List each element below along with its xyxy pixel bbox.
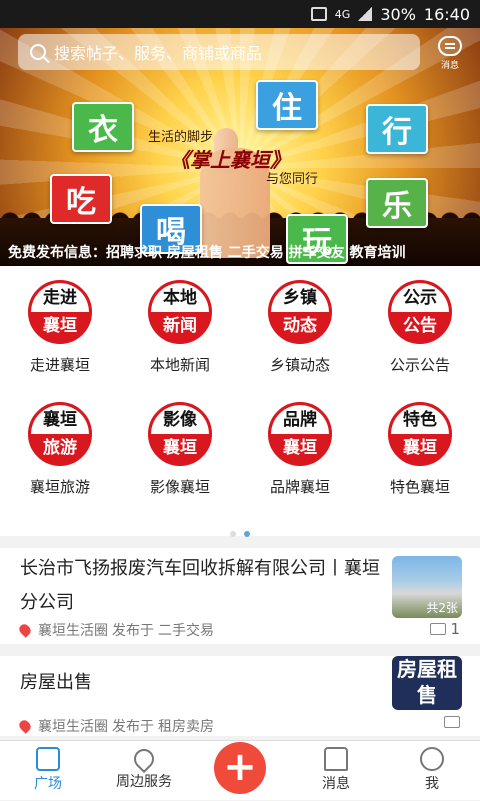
images-badge-icon: 影像 襄垣: [148, 402, 212, 466]
tab-plaza-label: 广场: [34, 776, 62, 792]
page-dot-active: [244, 531, 250, 537]
feed-item-published: 发布于: [112, 719, 154, 735]
grid-label: 品牌襄垣: [269, 478, 330, 496]
badge-top-text: 襄垣: [31, 405, 89, 434]
category-grid: 走进 襄垣 走进襄垣 本地 新闻 本地新闻 乡镇 动态 乡镇动态 公示 公告 公…: [0, 266, 480, 537]
location-pin-icon: [17, 718, 33, 734]
tab-messages-label: 消息: [322, 776, 350, 792]
zoujin-badge-icon: 走进 襄垣: [28, 280, 92, 344]
battery-level: 30%: [380, 4, 416, 24]
network-type: 4G: [334, 7, 351, 21]
location-pin-icon: [17, 622, 33, 638]
badge-bottom-text: 襄垣: [283, 438, 317, 458]
grid-label: 本地新闻: [149, 356, 210, 374]
feed-item-source: 襄垣生活圈: [38, 719, 108, 735]
badge-bottom-text: 旅游: [43, 438, 77, 458]
grid-item-zoujin[interactable]: 走进 襄垣 走进襄垣: [0, 280, 120, 375]
grid-item-tourism[interactable]: 襄垣 旅游 襄垣旅游: [0, 402, 120, 497]
search-icon: [30, 44, 46, 60]
feed-item[interactable]: 长治市飞扬报废汽车回收拆解有限公司丨襄垣分公司 共2张 襄垣生活圈 发布于 二手…: [0, 548, 480, 644]
user-icon: [420, 747, 444, 771]
badge-bottom-text: 动态: [283, 316, 317, 336]
thumbnail-count: 共2张: [426, 601, 458, 615]
message-button[interactable]: 消息: [432, 34, 468, 74]
feed-item-meta: 襄垣生活圈 发布于 二手交易: [17, 620, 214, 640]
feed-item-category: 二手交易: [158, 623, 214, 639]
comment-count[interactable]: [444, 716, 460, 728]
grid-label: 襄垣旅游: [29, 478, 90, 496]
tile-clothes: 衣: [72, 102, 134, 152]
tab-nearby-label: 周边服务: [116, 774, 172, 790]
home-heart-icon: [324, 747, 348, 771]
feed-item-meta: 襄垣生活圈 发布于 租房卖房: [17, 716, 214, 736]
comment-count-value: 1: [450, 620, 460, 638]
feed-item-category: 租房卖房: [158, 719, 214, 735]
chat-bubble-icon: [438, 36, 462, 56]
badge-top-text: 特色: [391, 405, 449, 434]
tab-me[interactable]: 我: [384, 741, 480, 801]
signal-icon: [358, 7, 373, 21]
grid-item-township[interactable]: 乡镇 动态 乡镇动态: [240, 280, 360, 375]
feed-item-thumbnail[interactable]: 共2张: [392, 556, 462, 618]
search-placeholder: 搜索帖子、服务、商铺或商品: [54, 44, 263, 63]
slogan-sub: 与您同行: [266, 172, 319, 187]
badge-top-text: 本地: [151, 283, 209, 312]
tile-happy: 乐: [366, 178, 428, 228]
search-bar[interactable]: 搜索帖子、服务、商铺或商品: [18, 34, 420, 70]
local-news-badge-icon: 本地 新闻: [148, 280, 212, 344]
plaza-icon: [36, 747, 60, 771]
grid-item-local-news[interactable]: 本地 新闻 本地新闻: [120, 280, 240, 375]
township-badge-icon: 乡镇 动态: [268, 280, 332, 344]
grid-label: 公示公告: [389, 356, 450, 374]
page-indicator: [0, 522, 480, 541]
add-post-button[interactable]: +: [214, 742, 266, 794]
location-pin-icon: [129, 744, 159, 774]
message-button-label: 消息: [440, 61, 459, 71]
grid-item-brands[interactable]: 品牌 襄垣 品牌襄垣: [240, 402, 360, 497]
badge-top-text: 乡镇: [271, 283, 329, 312]
tab-plaza[interactable]: 广场: [0, 741, 96, 801]
banner-ticker: 免费发布信息：招聘求职 房屋租售 二手交易 拼车交友 教育培训: [8, 245, 406, 261]
feed-item-source: 襄垣生活圈: [38, 623, 108, 639]
badge-top-text: 影像: [151, 405, 209, 434]
badge-top-text: 品牌: [271, 405, 329, 434]
grid-item-images[interactable]: 影像 襄垣 影像襄垣: [120, 402, 240, 497]
grid-item-notice[interactable]: 公示 公告 公示公告: [360, 280, 480, 375]
tile-travel: 行: [366, 104, 428, 154]
grid-item-specialty[interactable]: 特色 襄垣 特色襄垣: [360, 402, 480, 497]
tile-eat: 吃: [50, 174, 112, 224]
feed-item-title: 长治市飞扬报废汽车回收拆解有限公司丨襄垣分公司: [20, 558, 380, 613]
comment-icon: [444, 716, 460, 728]
feed-item-published: 发布于: [112, 623, 154, 639]
page-dot: [230, 531, 236, 537]
feed-item-title: 房屋出售: [20, 672, 92, 693]
tile-live: 住: [256, 80, 318, 130]
comment-count[interactable]: 1: [430, 620, 460, 638]
badge-top-text: 公示: [391, 283, 449, 312]
wifi-icon: [310, 7, 327, 21]
notice-badge-icon: 公示 公告: [388, 280, 452, 344]
feed-item[interactable]: 房屋出售 房屋租售 襄垣生活圈 发布于 租房卖房: [0, 656, 480, 736]
tab-messages[interactable]: 消息: [288, 741, 384, 801]
badge-bottom-text: 襄垣: [43, 316, 77, 336]
badge-bottom-text: 公告: [403, 316, 437, 336]
grid-label: 影像襄垣: [149, 478, 210, 496]
grid-label: 特色襄垣: [389, 478, 450, 496]
comment-icon: [430, 623, 447, 635]
clock: 16:40: [423, 4, 470, 24]
tab-nearby[interactable]: 周边服务: [96, 741, 192, 801]
specialty-badge-icon: 特色 襄垣: [388, 402, 452, 466]
badge-bottom-text: 襄垣: [163, 438, 197, 458]
badge-top-text: 走进: [31, 283, 89, 312]
brands-badge-icon: 品牌 襄垣: [268, 402, 332, 466]
slogan-top: 生活的脚步: [148, 130, 214, 145]
status-bar: 4G 30% 16:40: [0, 0, 480, 28]
grid-label: 走进襄垣: [29, 356, 90, 374]
grid-label: 乡镇动态: [269, 356, 330, 374]
feed-item-thumbnail[interactable]: 房屋租售: [392, 656, 462, 710]
tab-me-label: 我: [425, 776, 439, 792]
badge-bottom-text: 襄垣: [403, 438, 437, 458]
badge-bottom-text: 新闻: [163, 316, 197, 336]
tourism-badge-icon: 襄垣 旅游: [28, 402, 92, 466]
